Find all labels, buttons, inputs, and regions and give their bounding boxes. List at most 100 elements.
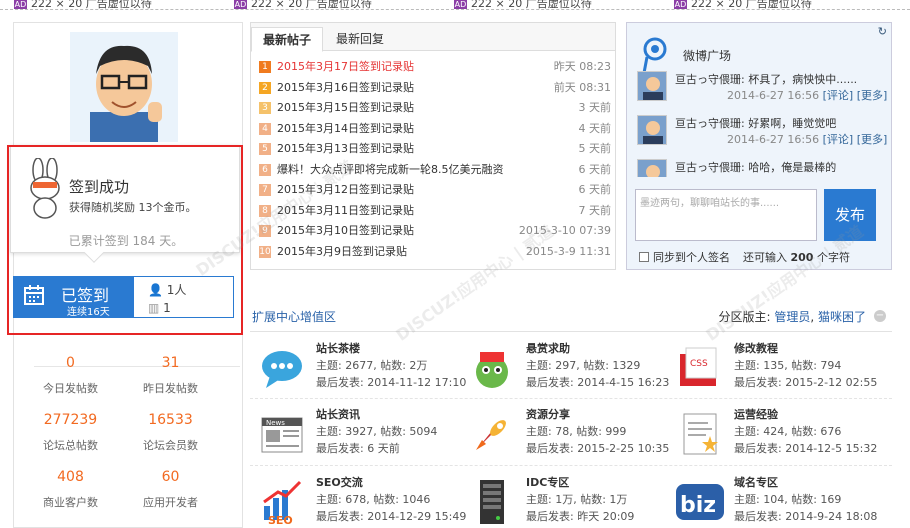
ad-slot[interactable]: AD 222 × 20 广告虚位以待	[234, 0, 372, 9]
comment-link[interactable]: [评论]	[823, 89, 854, 102]
forum-item[interactable]: News 站长资讯 主题: 3927, 帖数: 5094 最后发表: 6 天前	[258, 406, 468, 470]
moderator-link[interactable]: 管理员	[774, 310, 810, 324]
ad-badge: AD	[674, 0, 687, 9]
ext-section-title[interactable]: 扩展中心增值区	[252, 308, 336, 325]
ad-slot[interactable]: AD 222 × 20 广告虚位以待	[14, 0, 152, 9]
svg-text:biz: biz	[680, 493, 716, 518]
post-title[interactable]: 2015年3月12日签到记录贴	[277, 180, 414, 200]
post-rank-badge: 7	[259, 184, 271, 196]
post-time: 昨天 08:23	[553, 60, 611, 73]
ad-slot-text: 222 × 20 广告虚位以待	[251, 0, 372, 10]
avatar[interactable]	[70, 32, 178, 142]
post-row[interactable]: 4 2015年3月14日签到记录贴 4 天前	[259, 119, 611, 139]
server-icon[interactable]	[468, 478, 516, 526]
post-title[interactable]: 2015年3月16日签到记录贴	[277, 78, 414, 98]
comment-link[interactable]: [评论]	[823, 133, 854, 146]
mascot-icon[interactable]	[468, 344, 516, 392]
forum-name[interactable]: 悬赏求助	[526, 340, 570, 356]
sync-signature-checkbox[interactable]	[639, 252, 649, 262]
forum-item[interactable]: 资源分享 主题: 78, 帖数: 999 最后发表: 2015-2-25 10:35	[468, 406, 678, 470]
biz-icon[interactable]: biz	[676, 478, 724, 526]
forum-item[interactable]: 运营经验 主题: 424, 帖数: 676 最后发表: 2014-12-5 15:3…	[676, 406, 886, 470]
css-file-icon[interactable]: CSS	[676, 344, 724, 392]
rocket-icon[interactable]	[468, 410, 516, 458]
post-title[interactable]: 2015年3月15日签到记录贴	[277, 98, 414, 118]
forum-name[interactable]: SEO交流	[316, 474, 363, 490]
divider	[250, 465, 892, 466]
forum-name[interactable]: 资源分享	[526, 406, 570, 422]
post-title[interactable]: 爆料！大众点评即将完成新一轮8.5亿美元融资	[277, 160, 504, 180]
post-row[interactable]: 6 爆料！大众点评即将完成新一轮8.5亿美元融资 6 天前	[259, 160, 611, 180]
post-row[interactable]: 1 2015年3月17日签到记录贴 昨天 08:23	[259, 57, 611, 77]
avatar[interactable]	[637, 159, 667, 177]
seo-chart-icon[interactable]: SEO	[258, 478, 306, 527]
stat-yesterday-posts: 31 昨日发帖数	[118, 347, 223, 405]
chat-bubble-icon[interactable]	[258, 344, 306, 392]
collapse-icon[interactable]: −	[874, 310, 886, 322]
forum-name[interactable]: 站长资讯	[316, 406, 360, 422]
tab-latest-posts[interactable]: 最新帖子	[251, 27, 324, 52]
forum-name[interactable]: 运营经验	[734, 406, 778, 422]
avatar[interactable]	[637, 115, 667, 145]
post-row[interactable]: 3 2015年3月15日签到记录贴 3 天前	[259, 98, 611, 118]
post-rank-badge: 4	[259, 122, 271, 135]
ad-badge: AD	[454, 0, 467, 9]
post-title[interactable]: 2015年3月10日签到记录贴	[277, 221, 414, 241]
stat-value: 277239	[43, 412, 98, 428]
tab-latest-replies[interactable]: 最新回复	[325, 27, 395, 52]
stat-value: 16533	[148, 412, 193, 428]
more-link[interactable]: [更多]	[857, 89, 888, 102]
post-time: 2015-3-10 07:39	[518, 224, 611, 237]
moderator-link[interactable]: 猫咪困了	[818, 310, 866, 324]
sign-reward: 获得随机奖励 13个金币。	[69, 201, 197, 214]
forum-item[interactable]: biz 域名专区 主题: 104, 帖数: 169 最后发表: 2014-9-24 1…	[676, 474, 886, 528]
forum-item[interactable]: IDC专区 主题: 1万, 帖数: 1万 最后发表: 昨天 20:09	[468, 474, 678, 528]
post-title[interactable]: 2015年3月14日签到记录贴	[277, 119, 414, 139]
post-row[interactable]: 7 2015年3月12日签到记录贴 6 天前	[259, 180, 611, 200]
signed-button[interactable]: 已签到 连续16天	[13, 276, 133, 318]
post-title[interactable]: 2015年3月13日签到记录贴	[277, 139, 414, 159]
forum-name[interactable]: 域名专区	[734, 474, 778, 490]
post-row[interactable]: 10 2015年3月9日签到记录贴 2015-3-9 11:31	[259, 242, 611, 262]
avatar[interactable]	[637, 71, 667, 101]
sign-rank-value: 1	[163, 301, 171, 315]
sync-signature-label: 同步到个人签名	[653, 251, 730, 264]
forum-item[interactable]: SEO SEO交流 主题: 678, 帖数: 1046 最后发表: 2014-12-2…	[258, 474, 468, 528]
svg-text:News: News	[266, 419, 285, 427]
forum-last-post: 最后发表: 2014-12-29 15:49	[316, 510, 467, 523]
news-icon[interactable]: News	[258, 410, 306, 458]
ad-slot[interactable]: AD 222 × 20 广告虚位以待	[674, 0, 812, 9]
refresh-icon[interactable]: ↻	[878, 25, 887, 38]
stat-label: 商业客户数	[43, 496, 98, 509]
post-row[interactable]: 2 2015年3月16日签到记录贴 前天 08:31	[259, 78, 611, 98]
forum-stats: 主题: 424, 帖数: 676	[734, 425, 842, 438]
weibo-feed-item: 亘古っ守偎珊: 杯具了，病怏怏中...... 2014-6-27 16:56 [评…	[637, 67, 887, 111]
calendar-icon	[24, 285, 44, 305]
ad-slot[interactable]: AD 222 × 20 广告虚位以待	[454, 0, 592, 9]
forum-item[interactable]: CSS 修改教程 主题: 135, 帖数: 794 最后发表: 2015-2-12 0…	[676, 340, 886, 404]
forum-item[interactable]: 站长茶楼 主题: 2677, 帖数: 2万 最后发表: 2014-11-12 17:…	[258, 340, 468, 404]
sign-rank: ▥ 1	[148, 301, 171, 315]
stat-total-posts: 277239 论坛总帖数	[18, 404, 123, 462]
stat-value: 0	[66, 355, 75, 371]
post-row[interactable]: 9 2015年3月10日签到记录贴 2015-3-10 07:39	[259, 221, 611, 241]
forum-name[interactable]: 修改教程	[734, 340, 778, 356]
forum-name[interactable]: 站长茶楼	[316, 340, 360, 356]
weibo-feed-meta: 2014-6-27 16:56 [评论] [更多]	[727, 87, 887, 103]
post-title[interactable]: 2015年3月11日签到记录贴	[277, 201, 414, 221]
post-row[interactable]: 5 2015年3月13日签到记录贴 5 天前	[259, 139, 611, 159]
ad-slot-text: 222 × 20 广告虚位以待	[31, 0, 152, 10]
svg-text:SEO: SEO	[268, 514, 293, 526]
ad-badge: AD	[234, 0, 247, 9]
weibo-feed-meta: 2014-6-27 16:56 [评论] [更多]	[727, 131, 887, 147]
post-title[interactable]: 2015年3月9日签到记录贴	[277, 242, 407, 262]
post-title[interactable]: 2015年3月17日签到记录贴	[277, 57, 414, 77]
weibo-input[interactable]: 墨迹两句，聊聊咱站长的事......	[635, 189, 817, 241]
more-link[interactable]: [更多]	[857, 133, 888, 146]
post-row[interactable]: 8 2015年3月11日签到记录贴 7 天前	[259, 201, 611, 221]
document-star-icon[interactable]	[676, 410, 724, 458]
forum-item[interactable]: 悬赏求助 主题: 297, 帖数: 1329 最后发表: 2014-4-15 16:…	[468, 340, 678, 404]
forum-name[interactable]: IDC专区	[526, 474, 569, 490]
publish-button[interactable]: 发布	[824, 189, 876, 241]
stat-label: 论坛会员数	[143, 439, 198, 452]
